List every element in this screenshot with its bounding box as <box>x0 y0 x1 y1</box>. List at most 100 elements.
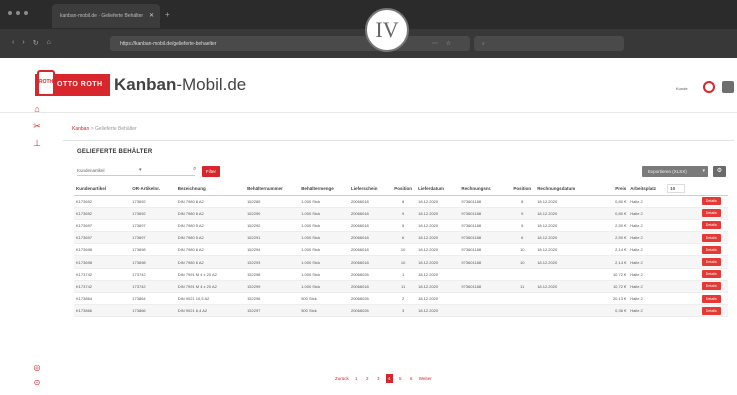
details-button[interactable]: Details <box>701 221 721 230</box>
details-button[interactable]: Details <box>701 209 721 218</box>
app-title-kanban: Kanban <box>114 75 177 94</box>
pagination-next[interactable]: Weiter <box>419 376 432 381</box>
table-cell: 8 <box>509 195 536 208</box>
table-cell <box>665 207 700 220</box>
hierarchy-nav-icon[interactable]: ⊥ <box>32 138 42 149</box>
page-1[interactable]: 1 <box>353 376 360 381</box>
tools-nav-icon[interactable]: ✂ <box>32 121 42 132</box>
page-5[interactable]: 5 <box>397 376 404 381</box>
toolbar-icons[interactable]: ⋯ ☆ <box>432 40 454 47</box>
table-cell: Halle 2 <box>628 195 666 208</box>
table-cell <box>665 304 700 318</box>
step-badge: IV <box>365 8 409 52</box>
page-3[interactable]: 3 <box>375 376 382 381</box>
column-header[interactable]: Position <box>509 183 536 196</box>
table-cell: 1 <box>390 268 417 281</box>
logout-button[interactable] <box>722 81 734 93</box>
table-cell: 2,14 € <box>591 255 629 269</box>
breadcrumb-kanban[interactable]: Kanban <box>72 126 89 132</box>
export-button[interactable]: Exportieren (XLSX) ▾ <box>642 166 708 177</box>
table-cell: DIN 7991 M 4 x 20 A2 <box>175 280 246 294</box>
column-header[interactable]: Behältermenge <box>299 183 349 196</box>
column-header[interactable]: Lieferdatum <box>416 183 460 196</box>
column-header[interactable]: Lieferschein <box>348 183 391 196</box>
table-cell: Details <box>699 280 728 294</box>
table-cell: Halle 2 <box>628 280 666 294</box>
details-button[interactable]: Details <box>701 233 721 242</box>
details-button[interactable]: Details <box>701 294 721 303</box>
address-bar[interactable]: https://kanban-mobil.de/gelieferte-behae… <box>110 36 470 51</box>
table-cell: 0,80 € <box>591 195 629 208</box>
table-cell: 500 Stck <box>299 304 349 318</box>
table-cell <box>665 231 700 245</box>
breadcrumb: Kanban > Gelieferte Behälter <box>72 126 137 132</box>
column-header[interactable]: Rechnungsnr. <box>459 183 510 196</box>
details-button[interactable]: Details <box>701 270 721 279</box>
filter-input[interactable] <box>139 166 195 176</box>
page-4-active[interactable]: 4 <box>385 374 393 383</box>
details-button[interactable]: Details <box>701 197 721 206</box>
reload-icon[interactable]: ↻ <box>33 39 39 47</box>
column-header[interactable]: Behälternummer <box>245 183 300 196</box>
column-header[interactable]: OR-Artikelnr. <box>130 183 176 196</box>
pagination-prev[interactable]: Zurück <box>335 376 349 381</box>
table-cell: 152299 <box>245 280 300 294</box>
back-icon[interactable]: ‹ <box>12 39 14 47</box>
home-icon[interactable]: ⌂ <box>47 39 51 47</box>
table-cell: 1.000 Stck <box>299 231 349 245</box>
column-header[interactable]: Rechnungsdatum <box>535 183 592 196</box>
table-header-row: Kundenartikel OR-Artikelnr. Bezeichnung Beh… <box>74 183 728 196</box>
table-row: K173698 173698 DIN 7980 6 A2 152294 1.000 St… <box>74 243 728 257</box>
page-6[interactable]: 6 <box>408 376 415 381</box>
column-header[interactable]: Arbeitsplatz <box>628 183 666 196</box>
page-size-select[interactable]: 10 <box>667 184 686 194</box>
column-header[interactable]: Kundenartikel <box>74 183 131 196</box>
close-tab-icon[interactable]: ✕ <box>149 12 154 19</box>
column-header[interactable]: Preis <box>591 183 629 196</box>
gear-icon[interactable]: ⚙ <box>713 166 726 177</box>
table-cell <box>535 268 592 281</box>
table-cell: 973601188 <box>459 280 510 294</box>
browser-search-field[interactable]: ⌕ <box>474 36 624 51</box>
table-cell <box>459 268 510 281</box>
user-avatar-icon[interactable] <box>703 81 715 93</box>
settings-nav-icon[interactable]: ◎ <box>32 363 42 372</box>
home-nav-icon[interactable]: ⌂ <box>32 104 42 114</box>
search-icon[interactable]: ⌕ <box>193 166 196 173</box>
table-cell: 18.12.2020 <box>535 195 592 208</box>
table-cell: K173698 <box>74 243 131 257</box>
column-header[interactable]: 10 <box>665 183 700 196</box>
details-button[interactable]: Details <box>701 245 721 254</box>
new-tab-icon[interactable]: + <box>165 10 170 19</box>
details-button[interactable]: Details <box>701 258 721 267</box>
table-cell: 18.12.2020 <box>535 207 592 220</box>
power-nav-icon[interactable]: ⊙ <box>32 378 42 387</box>
table-cell: 20066026 <box>348 304 391 318</box>
table-cell: Details <box>699 231 728 245</box>
filter-button[interactable]: Filter <box>202 166 220 177</box>
column-header[interactable]: Position <box>390 183 417 196</box>
window-controls[interactable] <box>8 11 28 15</box>
table-cell: 9 <box>509 207 536 220</box>
table-cell: Halle 2 <box>628 268 666 281</box>
table-cell: K173697 <box>74 231 131 245</box>
table-cell <box>665 195 700 208</box>
table-cell: 152294 <box>245 243 300 257</box>
details-button[interactable]: Details <box>701 282 721 291</box>
page-2[interactable]: 2 <box>364 376 371 381</box>
browser-tab[interactable]: kanban-mobil.de · Gelieferte Behälter ✕ <box>52 4 160 28</box>
table-cell: 20066018 <box>348 231 391 245</box>
column-header[interactable]: Bezeichnung <box>175 183 246 196</box>
table-cell: DIN 7980 6 A2 <box>175 255 246 269</box>
forward-icon[interactable]: › <box>22 39 24 47</box>
table-cell: 173698 <box>130 255 176 269</box>
details-button[interactable]: Details <box>701 306 721 315</box>
table-cell: 1.000 Stck <box>299 219 349 233</box>
table-cell <box>665 243 700 257</box>
table-cell: 2,50 € <box>591 231 629 245</box>
table-cell: Details <box>699 219 728 233</box>
table-cell: 152293 <box>245 255 300 269</box>
table-cell: 9 <box>390 207 417 220</box>
table-cell: 18.12.2020 <box>416 219 460 233</box>
table-cell: K173742 <box>74 268 131 281</box>
